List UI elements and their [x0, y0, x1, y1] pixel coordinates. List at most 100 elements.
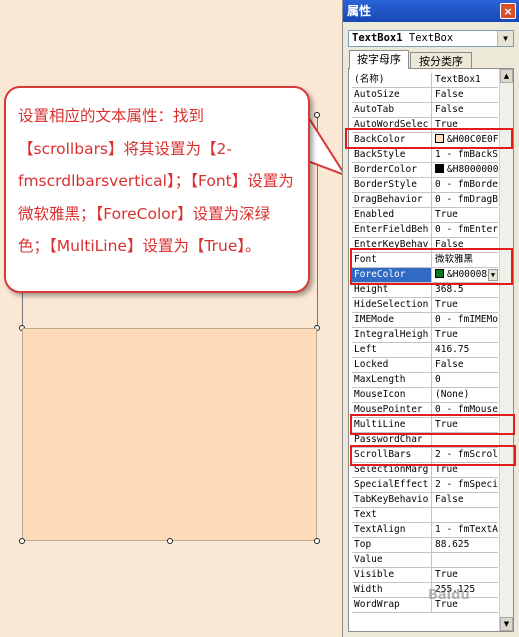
property-row[interactable]: Enabled True [352, 208, 498, 223]
property-row[interactable]: IntegralHeigh True [352, 328, 498, 343]
property-row[interactable]: Visible True [352, 568, 498, 583]
property-grid-scrollbar[interactable]: ▲ ▼ [499, 69, 513, 631]
property-row[interactable]: Top 88.625 [352, 538, 498, 553]
property-value[interactable]: 0 [433, 373, 498, 387]
property-row[interactable]: MouseIcon (None) [352, 388, 498, 403]
tab-categorized[interactable]: 按分类序 [410, 52, 472, 69]
property-value[interactable]: 1 - fmBackSt [433, 148, 498, 162]
property-row[interactable]: Left 416.75 [352, 343, 498, 358]
property-value[interactable]: 1 - fmTextAl [433, 523, 498, 537]
property-value[interactable]: 416.75 [433, 343, 498, 357]
property-value[interactable]: False [433, 103, 498, 117]
property-value[interactable]: &H80000006 [433, 163, 498, 177]
property-name: Locked [352, 358, 432, 372]
property-name: HideSelection [352, 298, 432, 312]
property-value-text: False [435, 104, 464, 115]
property-row[interactable]: WordWrap True [352, 598, 498, 613]
property-name: BackStyle [352, 148, 432, 162]
property-name: AutoSize [352, 88, 432, 102]
instruction-callout: 设置相应的文本属性：找到【scrollbars】将其设置为【2-fmscrdlb… [4, 86, 310, 293]
object-selector[interactable]: TextBox1 TextBox ▼ [348, 30, 514, 47]
close-button[interactable]: × [500, 3, 516, 19]
highlight-scrollbars [350, 445, 516, 466]
property-value[interactable]: (None) [433, 388, 498, 402]
tab-alphabetic[interactable]: 按字母序 [349, 50, 409, 69]
object-type: TextBox [408, 32, 454, 44]
highlight-font-forecolor [350, 248, 513, 285]
property-row[interactable]: Locked False [352, 358, 498, 373]
property-value-text: False [435, 494, 464, 505]
object-name: TextBox1 [352, 32, 403, 44]
property-value[interactable] [433, 553, 498, 567]
property-value-text: True [435, 209, 458, 220]
resize-handle-bottom-center[interactable] [167, 538, 173, 544]
resize-handle-bottom-right[interactable] [314, 538, 320, 544]
property-row[interactable]: AutoSize False [352, 88, 498, 103]
property-value[interactable]: False [433, 88, 498, 102]
property-value[interactable]: 0 - fmIMEMod [433, 313, 498, 327]
property-value[interactable]: False [433, 493, 498, 507]
property-name: AutoTab [352, 103, 432, 117]
resize-handle-bottom-left[interactable] [19, 538, 25, 544]
property-row[interactable]: DragBehavior 0 - fmDragBe [352, 193, 498, 208]
textbox-control[interactable] [22, 328, 317, 541]
property-value[interactable]: 368.5 [433, 283, 498, 297]
property-value[interactable]: TextBox1 [433, 73, 498, 87]
property-value-text: 0 - fmEnterF [435, 224, 498, 235]
property-value[interactable]: True [433, 568, 498, 582]
property-name: EnterFieldBeh [352, 223, 432, 237]
property-row[interactable]: IMEMode 0 - fmIMEMod [352, 313, 498, 328]
property-row[interactable]: Height 368.5 [352, 283, 498, 298]
property-value[interactable] [433, 508, 498, 522]
property-value-text: 0 [435, 374, 441, 385]
properties-title-bar[interactable]: 属性 × [343, 0, 519, 22]
property-value[interactable]: 88.625 [433, 538, 498, 552]
properties-window: 属性 × TextBox1 TextBox ▼ 按字母序 按分类序 (名称) Te… [342, 0, 519, 637]
property-name: Value [352, 553, 432, 567]
callout-pointer [305, 110, 347, 177]
property-value[interactable]: 2 - fmSpecia [433, 478, 498, 492]
property-row[interactable]: AutoTab False [352, 103, 498, 118]
property-name: TextAlign [352, 523, 432, 537]
property-value[interactable]: 0 - fmBorder [433, 178, 498, 192]
property-name: Left [352, 343, 432, 357]
properties-title: 属性 [347, 4, 372, 18]
property-row[interactable]: Width 255.125 [352, 583, 498, 598]
property-row[interactable]: TextAlign 1 - fmTextAl [352, 523, 498, 538]
property-value-text: 0 - fmDragBe [435, 194, 498, 205]
property-value-text: 416.75 [435, 344, 470, 355]
property-value-text: 1 - fmTextAl [435, 524, 498, 535]
highlight-multiline [350, 414, 515, 435]
property-row[interactable]: Text [352, 508, 498, 523]
property-name: Width [352, 583, 432, 597]
scroll-down-icon[interactable]: ▼ [500, 617, 513, 631]
highlight-backcolor [345, 128, 513, 149]
property-row[interactable]: EnterFieldBeh 0 - fmEnterF [352, 223, 498, 238]
property-name: IMEMode [352, 313, 432, 327]
property-row[interactable]: HideSelection True [352, 298, 498, 313]
property-value[interactable]: True [433, 298, 498, 312]
watermark-logo: Baidu [428, 588, 470, 603]
scroll-up-icon[interactable]: ▲ [500, 69, 513, 83]
property-value-text: False [435, 359, 464, 370]
property-value-text: 88.625 [435, 539, 470, 550]
property-value[interactable]: 0 - fmDragBe [433, 193, 498, 207]
property-row[interactable]: (名称) TextBox1 [352, 73, 498, 88]
property-name: Visible [352, 568, 432, 582]
property-row[interactable]: BorderColor&H80000006 [352, 163, 498, 178]
chevron-down-icon[interactable]: ▼ [497, 31, 513, 46]
property-value[interactable]: False [433, 358, 498, 372]
property-row[interactable]: BorderStyle 0 - fmBorder [352, 178, 498, 193]
property-row[interactable]: Value [352, 553, 498, 568]
property-value-text: True [435, 299, 458, 310]
property-value[interactable]: True [433, 328, 498, 342]
property-row[interactable]: MaxLength 0 [352, 373, 498, 388]
property-value-text: True [435, 569, 458, 580]
property-row[interactable]: SpecialEffect 2 - fmSpecia [352, 478, 498, 493]
property-value[interactable]: True [433, 208, 498, 222]
close-icon: × [503, 5, 513, 18]
property-value[interactable]: 0 - fmEnterF [433, 223, 498, 237]
property-name: BorderColor [352, 163, 432, 177]
property-row[interactable]: BackStyle 1 - fmBackSt [352, 148, 498, 163]
property-row[interactable]: TabKeyBehavio False [352, 493, 498, 508]
